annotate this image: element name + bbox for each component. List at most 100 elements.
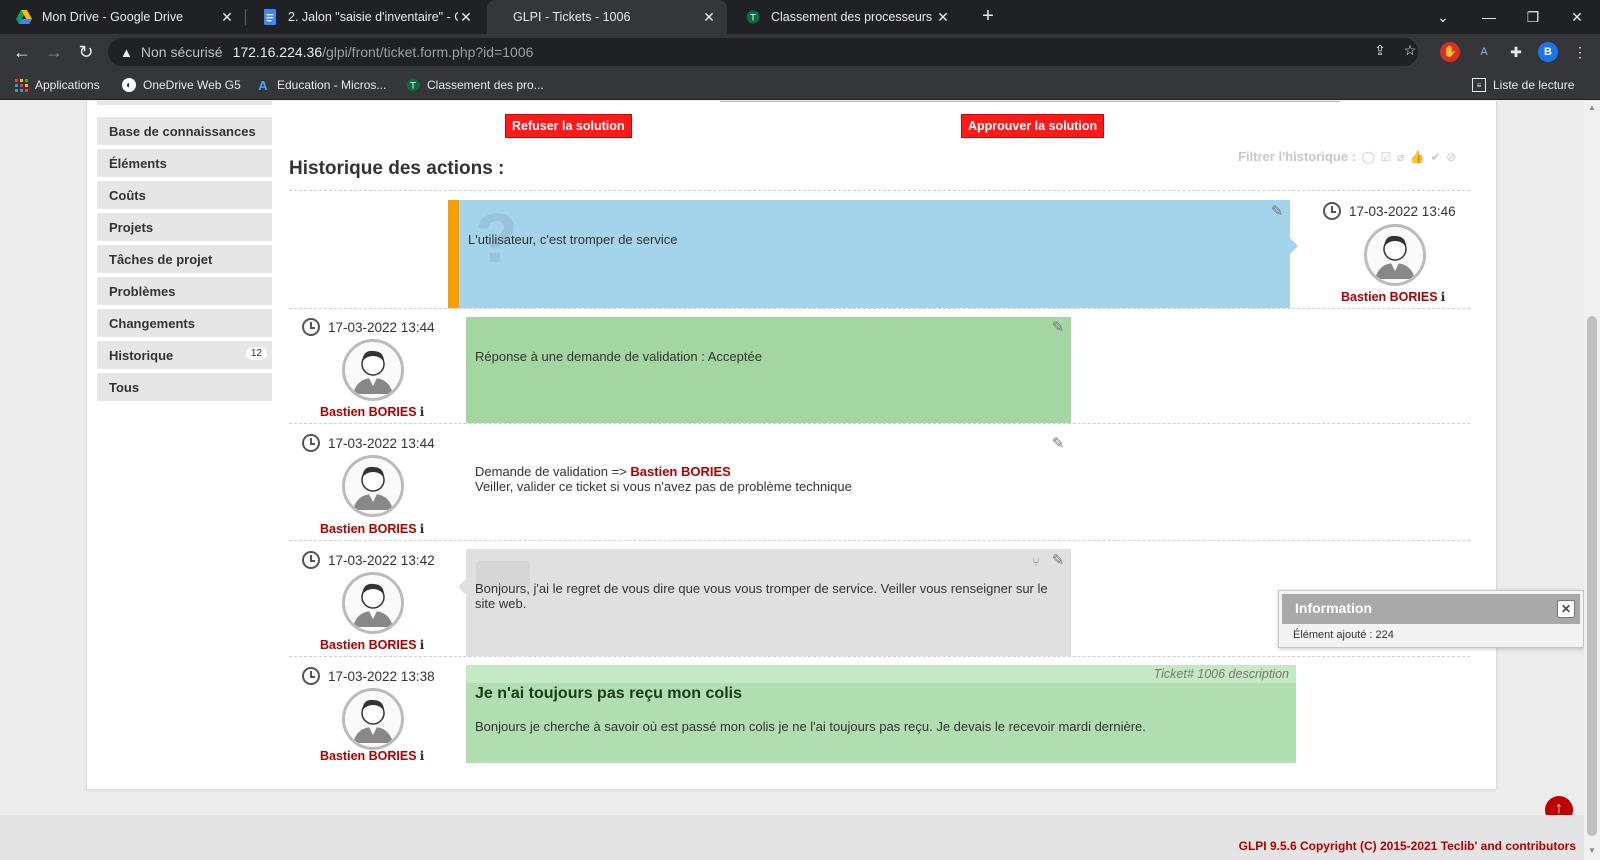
close-window-button[interactable]: ✕	[1554, 0, 1600, 34]
page-scrollbar[interactable]: ▲ ▼	[1584, 101, 1600, 860]
close-tab-icon[interactable]: ✕	[219, 9, 235, 26]
scroll-thumb[interactable]	[1587, 316, 1597, 836]
sidebar-item-history[interactable]: Historique 12	[97, 341, 272, 371]
minimize-button[interactable]: —	[1466, 0, 1512, 34]
avatar	[342, 455, 404, 517]
refuse-solution-button[interactable]: Refuser la solution	[505, 114, 632, 138]
info-icon[interactable]: ℹ	[420, 405, 425, 419]
task-bubble: Bonjours, j'ai le regret de vous dire qu…	[466, 549, 1071, 656]
entry-date: 17-03-2022 13:46	[1323, 202, 1456, 220]
close-tab-icon[interactable]: ✕	[458, 9, 474, 26]
ticket-title: Je n'ai toujours pas reçu mon colis	[475, 685, 742, 702]
entry-date: 17-03-2022 13:38	[302, 667, 435, 685]
approve-solution-button[interactable]: Approuver la solution	[961, 114, 1105, 138]
share-icon[interactable]: ⇪	[1370, 40, 1390, 60]
sidebar-item-project-tasks[interactable]: Tâches de projet	[97, 245, 272, 275]
svg-text:T: T	[409, 82, 416, 92]
site-icon: T	[745, 9, 761, 25]
bookmark-star-icon[interactable]: ☆	[1400, 40, 1420, 60]
info-icon[interactable]: ℹ	[420, 749, 425, 763]
information-popup: Information ✕ Élément ajouté : 224	[1278, 590, 1584, 648]
info-icon[interactable]: ℹ	[420, 638, 425, 652]
tab-glpi-active[interactable]: GLPI - Tickets - 1006 ✕	[487, 0, 727, 34]
close-tab-icon[interactable]: ✕	[935, 9, 951, 26]
divider	[720, 101, 1340, 102]
validation-request-bubble: Demande de validation => Bastien BORIES …	[475, 464, 852, 494]
sidebar-item-projects[interactable]: Projets	[97, 213, 272, 243]
dashed-separator	[289, 308, 1470, 309]
scroll-up-icon[interactable]: ▲	[1587, 103, 1597, 112]
tab-processor-ranking[interactable]: T Classement des processeurs Intel ✕	[729, 0, 961, 34]
footer: GLPI 9.5.6 Copyright (C) 2015-2021 Tecli…	[0, 815, 1584, 860]
comment-filter-icon[interactable]: ◯	[1362, 150, 1375, 164]
sidebar-item-changes[interactable]: Changements	[97, 309, 272, 339]
profile-avatar[interactable]: B	[1538, 42, 1558, 62]
extension-stop-icon[interactable]: ✋	[1440, 42, 1460, 62]
url-field[interactable]: ▲ Non sécurisé 172.16.224.36/glpi/front/…	[108, 38, 1418, 66]
bookmark-processor-ranking[interactable]: T Classement des pro...	[406, 70, 544, 100]
menu-kebab-icon[interactable]: ⋮	[1570, 42, 1590, 62]
tab-search-icon[interactable]: ⌄	[1420, 0, 1466, 34]
dashed-separator	[289, 656, 1470, 657]
edit-icon[interactable]: ✎	[1268, 203, 1286, 221]
warning-icon[interactable]: ▲	[120, 45, 133, 60]
history-filter: Filtrer l'historique : ◯ ☑ ⌀ 👍 ✔ ⊘	[1238, 149, 1457, 164]
dashed-separator	[289, 540, 1470, 541]
author-name[interactable]: Bastien BORIES ℹ	[320, 748, 424, 763]
edit-icon[interactable]: ✎	[1049, 552, 1067, 570]
info-icon[interactable]: ℹ	[1441, 290, 1446, 304]
avatar	[1364, 224, 1426, 286]
forward-icon[interactable]: →	[42, 40, 66, 64]
validation-filter-icon[interactable]: 👍	[1410, 150, 1425, 164]
description-bubble: Ticket# 1006 description Je n'ai toujour…	[466, 665, 1296, 763]
history-count-badge: 12	[245, 347, 267, 360]
back-icon[interactable]: ←	[10, 40, 34, 64]
address-bar-row: ← → ↻ ▲ Non sécurisé 172.16.224.36/glpi/…	[0, 34, 1600, 70]
sidebar-item-cut	[97, 101, 272, 107]
avatar	[342, 688, 404, 750]
bookmarks-bar: Applications ◐ OneDrive Web G5 A Educati…	[0, 70, 1600, 100]
close-icon[interactable]: ✕	[1557, 600, 1575, 618]
scroll-down-icon[interactable]: ▼	[1587, 846, 1597, 855]
author-name[interactable]: Bastien BORIES ℹ	[320, 404, 424, 419]
followup-bubble: ? L'utilisateur, c'est tromper de servic…	[448, 199, 1290, 308]
new-tab-button[interactable]: +	[976, 5, 1000, 29]
bookmark-education[interactable]: A Education - Micros...	[256, 70, 386, 100]
sidebar-item-problems[interactable]: Problèmes	[97, 277, 272, 307]
author-name[interactable]: Bastien BORIES ℹ	[320, 637, 424, 652]
document-filter-icon[interactable]: ⌀	[1397, 150, 1404, 164]
extension-translate-icon[interactable]: A	[1474, 42, 1494, 62]
bookmark-onedrive[interactable]: ◐ OneDrive Web G5	[122, 70, 241, 100]
page-viewport: Base de connaissances Éléments Coûts Pro…	[0, 101, 1584, 860]
sidebar-item-all[interactable]: Tous	[97, 373, 272, 403]
edit-icon[interactable]: ✎	[1049, 435, 1067, 453]
solution-filter-icon[interactable]: ✔	[1430, 150, 1440, 164]
tab-google-docs[interactable]: 2. Jalon "saisie d'inventaire" - Go ✕	[246, 0, 484, 34]
dashed-separator	[289, 423, 1470, 424]
extensions-puzzle-icon[interactable]: ✚	[1506, 42, 1526, 62]
merge-icon[interactable]: ⑂	[1027, 553, 1045, 571]
task-filter-icon[interactable]: ☑	[1381, 150, 1392, 164]
author-name[interactable]: Bastien BORIES ℹ	[320, 521, 424, 536]
sidebar-item-knowledge-base[interactable]: Base de connaissances	[97, 117, 272, 147]
validation-answer-bubble: Réponse à une demande de validation : Ac…	[466, 317, 1071, 423]
entry-date: 17-03-2022 13:44	[302, 434, 435, 452]
reset-filter-icon[interactable]: ⊘	[1446, 150, 1456, 164]
reading-list[interactable]: ≡ Liste de lecture	[1472, 70, 1574, 100]
author-name[interactable]: Bastien BORIES ℹ	[1341, 289, 1445, 304]
close-tab-icon[interactable]: ✕	[701, 9, 717, 26]
tab-google-drive[interactable]: Mon Drive - Google Drive ✕	[0, 0, 245, 34]
reload-icon[interactable]: ↻	[74, 40, 98, 64]
azure-icon: A	[258, 77, 268, 93]
sidebar-item-elements[interactable]: Éléments	[97, 149, 272, 179]
edit-icon[interactable]: ✎	[1049, 319, 1067, 337]
google-drive-icon	[16, 9, 32, 25]
description-header: Ticket# 1006 description	[466, 665, 1296, 683]
bookmark-applications[interactable]: Applications	[14, 70, 100, 100]
restore-button[interactable]: ❐	[1510, 0, 1556, 34]
copyright-text[interactable]: GLPI 9.5.6 Copyright (C) 2015-2021 Tecli…	[1239, 839, 1576, 853]
info-icon[interactable]: ℹ	[420, 522, 425, 536]
validation-target-link[interactable]: Bastien BORIES	[630, 464, 730, 479]
sidebar-item-costs[interactable]: Coûts	[97, 181, 272, 211]
entry-date: 17-03-2022 13:44	[302, 318, 435, 336]
